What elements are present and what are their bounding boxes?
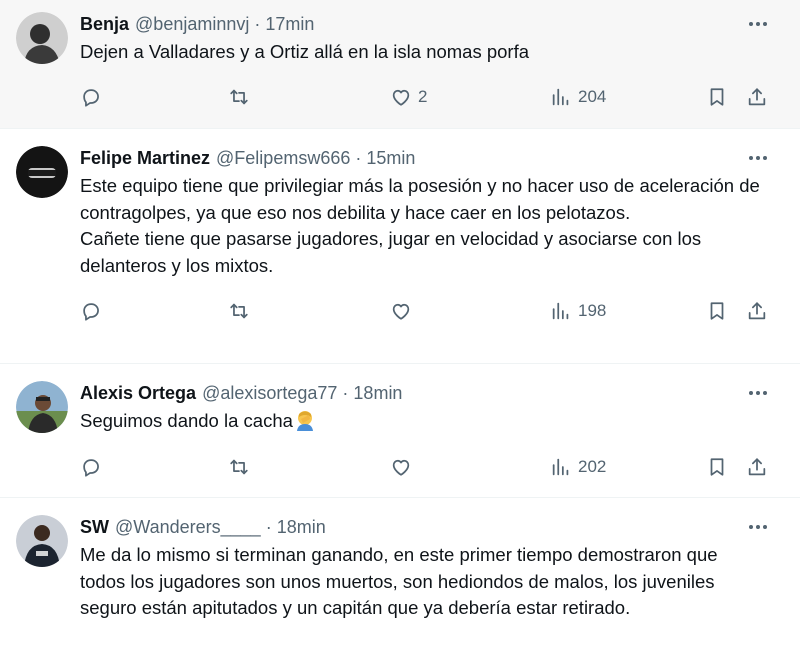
separator-dot: ·	[265, 517, 272, 537]
tweet-header: Benja @benjaminnvj · 17min	[80, 12, 760, 36]
views-button[interactable]: 204	[550, 86, 606, 108]
bookmark-icon	[710, 302, 724, 320]
avatar-column	[16, 12, 80, 128]
tweet[interactable]: SW @Wanderers____ · 18min Me da lo mismo…	[0, 498, 800, 648]
view-count: 204	[578, 86, 607, 106]
author-handle[interactable]: @Felipemsw666	[216, 146, 350, 170]
tweet-content: Benja @benjaminnvj · 17min Dejen a Valla…	[80, 12, 784, 128]
tweet-header: Alexis Ortega @alexisortega77 · 18min	[80, 381, 760, 405]
avatar-column	[16, 146, 80, 363]
timestamp[interactable]: 18min	[353, 381, 402, 405]
separator-dot: ·	[342, 383, 349, 403]
views-icon	[552, 302, 569, 320]
heart-icon	[392, 89, 410, 106]
tweet-text: Me da lo mismo si terminan ganando, en e…	[80, 544, 718, 618]
retweet-icon	[230, 303, 248, 319]
like-count: 2	[418, 86, 428, 106]
more-icon	[749, 156, 767, 160]
more-icon	[749, 22, 767, 26]
tweet-text: Este equipo tiene que privilegiar más la…	[80, 175, 760, 276]
like-button[interactable]	[390, 300, 418, 322]
facepalm-emoji-icon	[296, 411, 313, 431]
tweet-content: Alexis Ortega @alexisortega77 · 18min Se…	[80, 381, 784, 497]
reply-icon	[83, 303, 99, 321]
share-button[interactable]	[746, 300, 768, 322]
retweet-button[interactable]	[228, 456, 250, 478]
retweet-button[interactable]	[228, 300, 250, 322]
tweet-header: Felipe Martinez @Felipemsw666 · 15min	[80, 146, 760, 170]
retweet-icon	[230, 459, 248, 474]
action-bar: 2 204	[80, 72, 766, 122]
separator-dot: ·	[254, 14, 261, 34]
avatar[interactable]	[16, 146, 68, 198]
views-icon	[552, 88, 569, 105]
view-count: 198	[578, 301, 607, 320]
timestamp[interactable]: 17min	[265, 12, 314, 36]
more-button[interactable]	[746, 517, 770, 537]
like-button[interactable]: 2	[390, 86, 427, 108]
timestamp[interactable]: 18min	[277, 515, 326, 539]
views-icon	[552, 458, 569, 475]
reply-button[interactable]	[80, 456, 102, 478]
reply-button[interactable]	[80, 300, 102, 322]
author-name[interactable]: Felipe Martinez	[80, 146, 210, 170]
author-name[interactable]: Alexis Ortega	[80, 381, 196, 405]
share-button[interactable]	[746, 456, 768, 478]
view-count: 202	[578, 456, 607, 476]
tweet-content: SW @Wanderers____ · 18min Me da lo mismo…	[80, 515, 784, 648]
avatar-column	[16, 515, 80, 648]
share-icon	[748, 87, 766, 105]
heart-icon	[392, 303, 410, 320]
reply-icon	[83, 458, 99, 477]
views-button[interactable]: 202	[550, 456, 606, 478]
avatar[interactable]	[16, 381, 68, 433]
tweet[interactable]: Benja @benjaminnvj · 17min Dejen a Valla…	[0, 0, 800, 129]
bookmark-icon	[710, 87, 724, 106]
share-icon	[748, 457, 766, 475]
author-name[interactable]: SW	[80, 515, 109, 539]
tweet[interactable]: Alexis Ortega @alexisortega77 · 18min Se…	[0, 364, 800, 498]
bookmark-button[interactable]	[706, 300, 728, 322]
tweet-header: SW @Wanderers____ · 18min	[80, 515, 760, 539]
more-button[interactable]	[746, 148, 770, 168]
timeline-feed: Benja @benjaminnvj · 17min Dejen a Valla…	[0, 0, 800, 648]
author-handle[interactable]: @alexisortega77	[202, 381, 337, 405]
avatar-column	[16, 381, 80, 497]
author-handle[interactable]: @Wanderers____	[115, 515, 261, 539]
reply-button[interactable]	[80, 86, 102, 108]
bookmark-button[interactable]	[706, 86, 728, 108]
share-icon	[748, 302, 766, 320]
views-button[interactable]: 198	[550, 300, 606, 322]
tweet-text: Dejen a Valladares y a Ortiz allá en la …	[80, 41, 530, 62]
more-icon	[749, 391, 767, 395]
reply-icon	[83, 88, 99, 107]
action-bar: 202	[80, 442, 766, 492]
action-bar: 198	[80, 286, 766, 336]
avatar[interactable]	[16, 12, 68, 64]
avatar[interactable]	[16, 515, 68, 567]
bookmark-button[interactable]	[706, 456, 728, 478]
tweet-text-container: Seguimos dando la cacha	[80, 408, 760, 435]
more-button[interactable]	[746, 383, 770, 403]
more-button[interactable]	[746, 14, 770, 34]
retweet-icon	[230, 89, 248, 104]
tweet-text: Seguimos dando la cacha	[80, 410, 293, 431]
timestamp[interactable]: 15min	[366, 146, 415, 170]
tweet-content: Felipe Martinez @Felipemsw666 · 15min Es…	[80, 146, 784, 363]
author-name[interactable]: Benja	[80, 12, 129, 36]
separator-dot: ·	[355, 148, 362, 168]
author-handle[interactable]: @benjaminnvj	[135, 12, 249, 36]
bookmark-icon	[710, 457, 724, 476]
more-icon	[749, 525, 767, 529]
heart-icon	[392, 459, 410, 476]
retweet-button[interactable]	[228, 86, 250, 108]
share-button[interactable]	[746, 86, 768, 108]
like-button[interactable]	[390, 456, 418, 478]
tweet[interactable]: Felipe Martinez @Felipemsw666 · 15min Es…	[0, 129, 800, 364]
